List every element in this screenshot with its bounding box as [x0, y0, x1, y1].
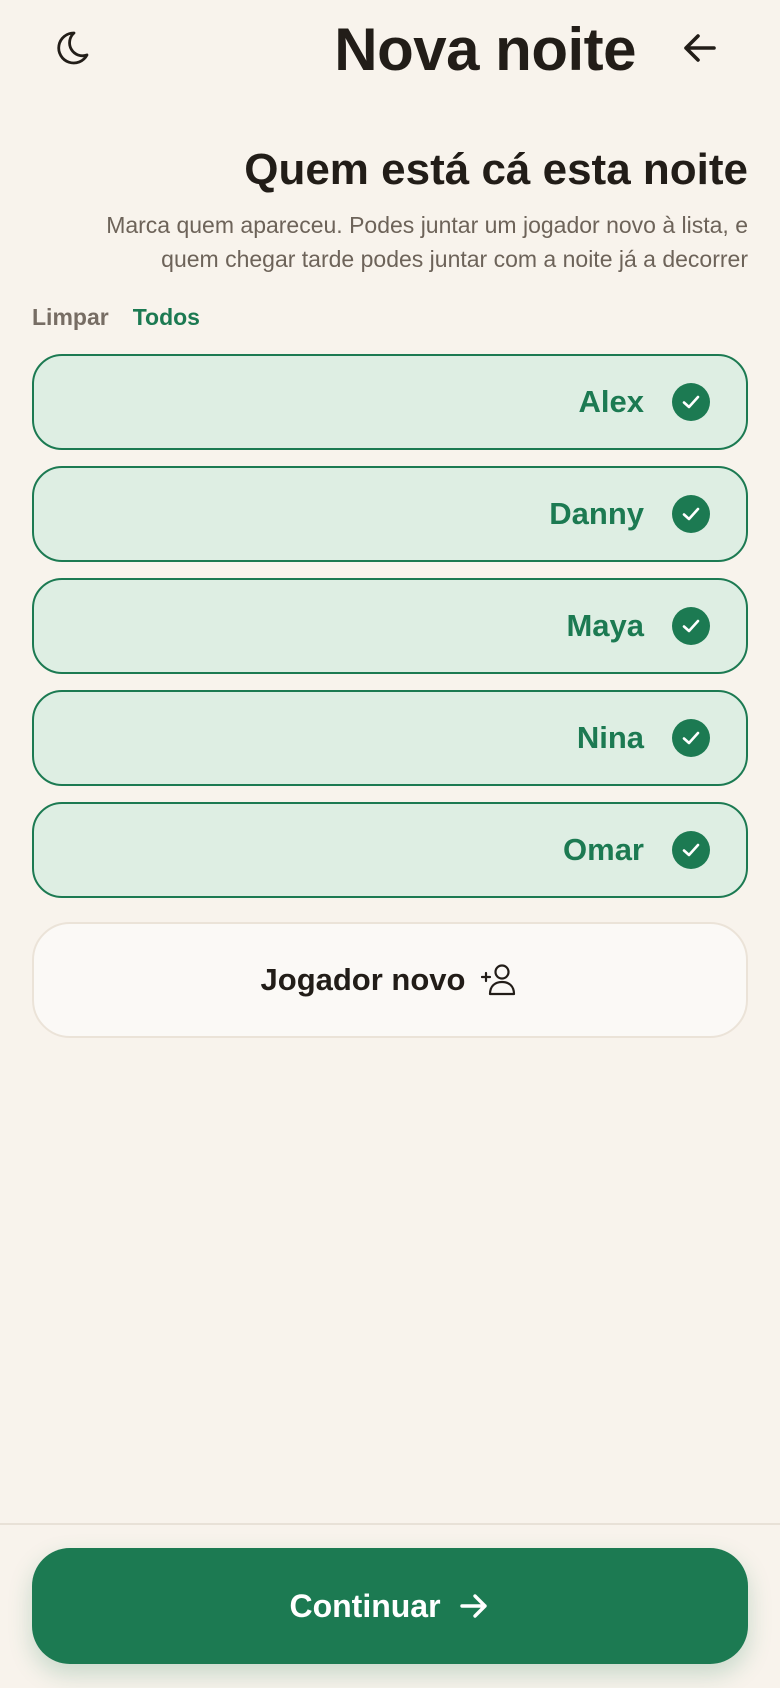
check-circle-icon: [672, 719, 710, 757]
check-circle-icon: [672, 607, 710, 645]
check-circle-icon: [672, 831, 710, 869]
player-list: Alex Danny Maya Nina Omar: [32, 354, 748, 914]
player-name: Alex: [578, 384, 644, 419]
player-item-omar[interactable]: Omar: [32, 802, 748, 898]
moon-icon[interactable]: [56, 24, 102, 70]
top-bar: Nova noite: [0, 0, 780, 100]
section-subtitle: Marca quem apareceu. Podes juntar um jog…: [106, 212, 748, 272]
player-item-danny[interactable]: Danny: [32, 466, 748, 562]
player-item-alex[interactable]: Alex: [32, 354, 748, 450]
add-player-label: Jogador novo: [260, 962, 466, 997]
arrow-right-icon: [459, 1594, 487, 1618]
player-name: Nina: [576, 720, 644, 755]
check-circle-icon: [672, 495, 710, 533]
page-title: Nova noite: [334, 16, 636, 83]
section-title: Quem está cá esta noite: [244, 145, 748, 194]
user-plus-icon: [481, 964, 516, 996]
select-all-button[interactable]: Todos: [133, 304, 200, 338]
add-player-button[interactable]: Jogador novo: [32, 922, 748, 1038]
player-name: Maya: [566, 608, 644, 643]
clear-button[interactable]: Limpar: [32, 304, 109, 338]
continue-label: Continuar: [289, 1587, 441, 1624]
player-item-nina[interactable]: Nina: [32, 690, 748, 786]
continue-button[interactable]: Continuar: [32, 1548, 748, 1664]
selection-actions: Limpar Todos: [32, 304, 200, 338]
footer-divider: [0, 1523, 780, 1525]
check-circle-icon: [672, 383, 710, 421]
player-name: Omar: [563, 832, 644, 867]
arrow-left-icon[interactable]: [678, 26, 722, 70]
player-name: Danny: [549, 496, 644, 531]
player-item-maya[interactable]: Maya: [32, 578, 748, 674]
